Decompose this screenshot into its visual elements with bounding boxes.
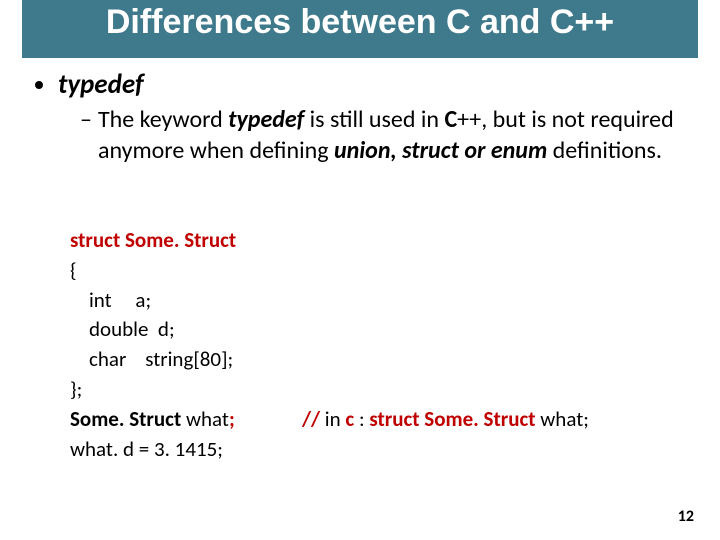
desc-p1: The keyword — [98, 105, 228, 134]
title-band: Differences between C and C++ — [22, 0, 698, 58]
semicolon: ; — [229, 406, 235, 432]
code-line-5: char string[80]; — [70, 345, 236, 375]
code-line-1: struct Some. Struct — [70, 226, 236, 256]
dash-icon: – — [80, 105, 92, 136]
comment-tail: what; — [536, 406, 589, 432]
bullet-list: typedef – The keyword typedef is still u… — [36, 68, 690, 166]
comment-colon: : — [354, 406, 369, 432]
desc-p4: definitions. — [547, 136, 662, 165]
var-name: what — [181, 406, 229, 432]
code-line-7: Some. Struct what;// in c : struct Some.… — [70, 405, 236, 435]
code-line-6: }; — [70, 375, 236, 405]
comment-struct: struct Some. Struct — [369, 406, 535, 432]
body-content: typedef – The keyword typedef is still u… — [36, 68, 690, 174]
desc-kw-typedef: typedef — [228, 105, 304, 134]
code-line-4: double d; — [70, 315, 236, 345]
code-line-8: what. d = 3. 1415; — [70, 435, 236, 465]
var-type: Some. Struct — [70, 406, 181, 432]
code-line-2: { — [70, 256, 236, 286]
page-number: 12 — [678, 507, 694, 526]
code-block: struct Some. Struct { int a; double d; c… — [70, 226, 236, 465]
inline-comment: // in c : struct Some. Struct what; — [302, 405, 589, 435]
bullet-label: typedef — [58, 68, 144, 101]
sub-bullet: – The keyword typedef is still used in C… — [80, 105, 690, 166]
desc-kw-union: union, struct or enum — [334, 136, 547, 165]
comment-slash: // — [302, 406, 325, 432]
sub-bullet-text: The keyword typedef is still used in C++… — [98, 105, 690, 166]
bullet-typedef: typedef – The keyword typedef is still u… — [58, 68, 690, 166]
slide: Differences between C and C++ typedef – … — [0, 0, 720, 540]
kw-struct: struct — [70, 227, 120, 253]
comment-c: c — [345, 406, 354, 432]
type-name: Some. Struct — [120, 227, 236, 253]
slide-title: Differences between C and C++ — [106, 4, 614, 41]
desc-kw-c: C — [444, 105, 457, 134]
comment-in: in — [325, 406, 346, 432]
desc-p2: is still used in — [304, 105, 444, 134]
code-line-3: int a; — [70, 286, 236, 316]
sub-bullet-container: – The keyword typedef is still used in C… — [62, 105, 690, 166]
